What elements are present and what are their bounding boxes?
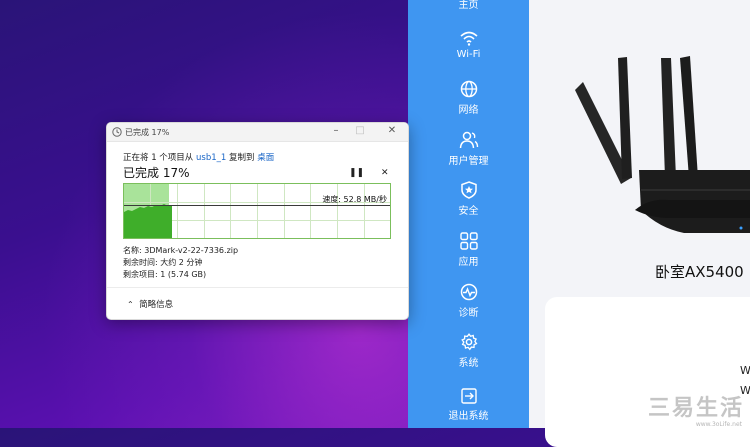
close-button[interactable]: ✕ [385,125,399,136]
chevron-up-icon: ⌃ [127,300,134,309]
copy-progress-dialog: 已完成 17% – □ ✕ 正在将 1 个项目从 usb1_1 复制到 桌面 已… [106,122,409,320]
dialog-titlebar[interactable]: 已完成 17% – □ ✕ [107,123,408,142]
copy-prefix: 正在将 1 个项目从 [123,153,197,163]
device-name: 卧室AX5400 [655,263,744,281]
nav-item-apps[interactable]: 应用 [408,232,529,268]
apps-grid-icon [459,232,478,250]
nav-item-logout[interactable]: 退出系统 [408,388,529,422]
nav-item-label: 主页 [458,0,479,11]
nav-item-security[interactable]: 安全 [408,181,529,217]
nav-item-diagnose[interactable]: 诊断 [408,283,529,319]
percent-complete: 已完成 17% [123,166,190,180]
nav-item-label: 退出系统 [448,411,489,422]
nav-item-label: 安全 [458,206,479,217]
destination-link[interactable]: 桌面 [257,153,274,163]
file-name: 名称: 3DMark-v2-22-7336.zip [123,246,239,255]
speed-area [124,204,172,238]
speed-text: 速度: 52.8 MB/秒 [322,195,387,204]
items-remaining: 剩余项目: 1 (5.74 GB) [123,270,207,279]
pulse-icon [460,283,477,301]
dialog-title: 已完成 17% [125,128,170,137]
watermark: 三易生活 [647,396,744,421]
nav-item-network[interactable]: 网络 [408,80,529,116]
transfer-speed-graph: 速度: 52.8 MB/秒 [123,183,391,239]
copy-mid: 复制到 [226,153,258,163]
wifi-icon [459,31,478,46]
pause-icon: ❚❚ [349,168,365,178]
cancel-button[interactable]: ✕ [381,168,389,178]
nav-item-label: 用户管理 [448,156,489,167]
copy-description: 正在将 1 个项目从 usb1_1 复制到 桌面 [123,151,274,163]
globe-icon [460,80,477,98]
nav-item-users[interactable]: 用户管理 [408,131,529,167]
users-icon [459,131,478,149]
pause-button[interactable]: ❚❚ [349,168,364,178]
nav-item-label: 诊断 [458,308,479,319]
shield-icon [460,181,477,199]
router-sidebar: 主页 Wi-Fi 网络 用户管理 安全 应用 诊断 系统 退出系统 [408,0,529,428]
nav-item-label: Wi-Fi [456,49,481,60]
time-remaining: 剩余时间: 大约 2 分钟 [123,258,203,267]
router-device-image [575,56,750,233]
nav-item-label: 应用 [458,257,479,268]
router-main-panel: 卧室AX5400 W W [529,0,750,447]
less-info-label: 简略信息 [139,300,174,310]
nav-item-label: 系统 [458,358,479,369]
footer-divider [107,287,408,288]
speed-line [124,205,390,206]
close-icon: ✕ [381,168,389,178]
gear-icon [460,333,477,351]
logout-icon [460,388,477,404]
clock-icon [112,127,122,137]
less-info-toggle[interactable]: ⌃ 简略信息 [127,298,173,310]
nav-item-label: 网络 [458,105,479,116]
nav-item-home[interactable]: 主页 [408,0,529,11]
minimize-button[interactable]: – [329,125,343,136]
maximize-button[interactable]: □ [353,125,367,136]
watermark-url: www.3oLife.net [695,421,742,428]
nav-item-system[interactable]: 系统 [408,333,529,369]
source-link[interactable]: usb1_1 [196,153,226,163]
nav-item-wifi[interactable]: Wi-Fi [408,30,529,60]
card-label: W [740,364,750,377]
